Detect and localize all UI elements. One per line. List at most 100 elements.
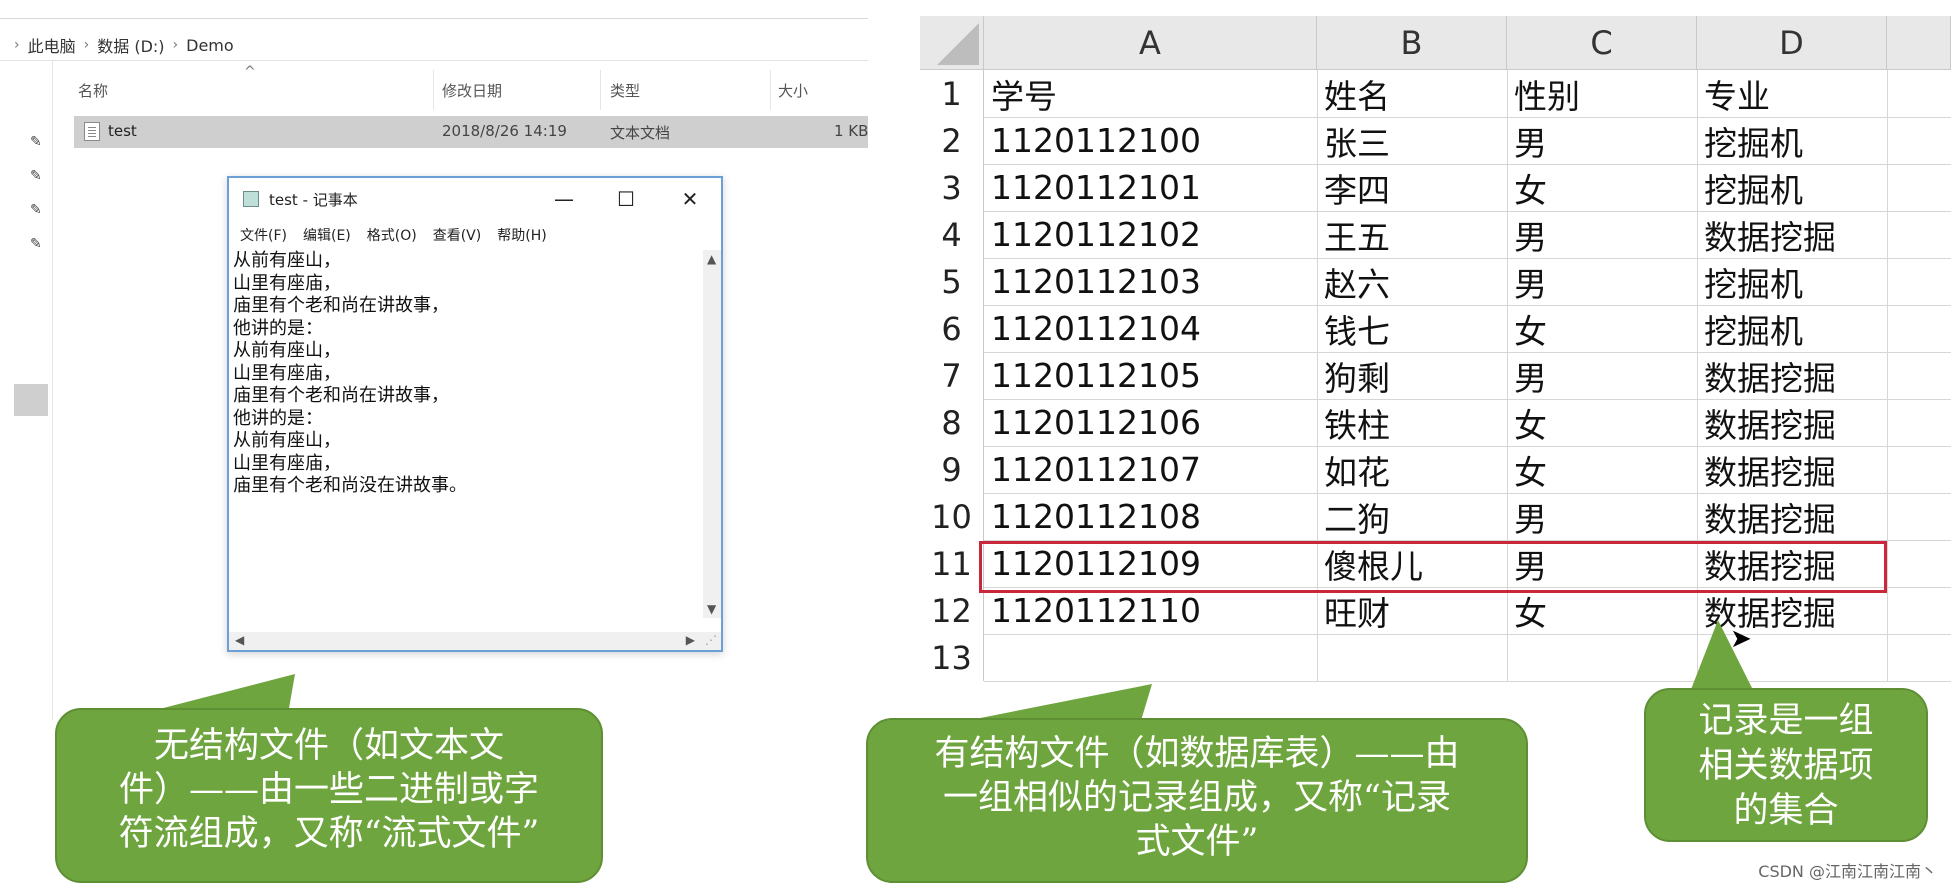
table-cell[interactable]: 专业 bbox=[1697, 70, 1887, 117]
table-cell[interactable] bbox=[1507, 634, 1697, 681]
row-header[interactable]: 13 bbox=[920, 634, 984, 681]
table-cell[interactable]: 挖掘机 bbox=[1697, 305, 1887, 352]
row-header[interactable]: 7 bbox=[920, 352, 984, 399]
horizontal-scrollbar[interactable]: ◀ ▶ ⋰ bbox=[229, 632, 721, 650]
column-header-e[interactable] bbox=[1887, 16, 1951, 70]
column-header-d[interactable]: D bbox=[1697, 16, 1887, 70]
row-header[interactable]: 4 bbox=[920, 211, 984, 258]
table-cell[interactable]: 铁柱 bbox=[1317, 399, 1507, 446]
file-row-test[interactable]: test 2018/8/26 14:19 文本文档 1 KB bbox=[74, 116, 868, 148]
resize-grip-icon[interactable]: ⋰ bbox=[705, 633, 717, 647]
notepad-title-bar[interactable]: test - 记事本 — ☐ ✕ bbox=[229, 178, 721, 220]
table-cell[interactable] bbox=[984, 634, 1317, 681]
column-header-size[interactable]: 大小 bbox=[778, 80, 808, 101]
scroll-left-icon[interactable]: ◀ bbox=[235, 633, 244, 647]
row-header[interactable]: 11 bbox=[920, 540, 984, 587]
column-separator[interactable] bbox=[433, 70, 434, 110]
breadcrumb-separator-icon[interactable]: › bbox=[84, 37, 90, 53]
menu-file[interactable]: 文件(F) bbox=[240, 222, 287, 250]
table-cell[interactable]: 数据挖掘 bbox=[1697, 399, 1887, 446]
pin-icon[interactable]: ✎ bbox=[30, 202, 42, 218]
table-cell[interactable]: 女 bbox=[1507, 164, 1697, 211]
table-cell[interactable]: 1120112110 bbox=[984, 587, 1317, 634]
row-header[interactable]: 1 bbox=[920, 70, 984, 117]
navigation-pane-selected-item[interactable] bbox=[14, 384, 48, 416]
row-header[interactable]: 12 bbox=[920, 587, 984, 634]
row-header[interactable]: 2 bbox=[920, 117, 984, 164]
row-header[interactable]: 10 bbox=[920, 493, 984, 540]
breadcrumb-item-this-pc[interactable]: 此电脑 bbox=[28, 33, 76, 57]
vertical-scrollbar[interactable]: ▲ ▼ bbox=[703, 250, 721, 618]
table-cell[interactable]: 男 bbox=[1507, 352, 1697, 399]
table-cell[interactable]: 1120112108 bbox=[984, 493, 1317, 540]
scroll-up-icon[interactable]: ▲ bbox=[707, 252, 716, 266]
table-cell[interactable]: 数据挖掘 bbox=[1697, 493, 1887, 540]
row-header[interactable]: 8 bbox=[920, 399, 984, 446]
menu-view[interactable]: 查看(V) bbox=[433, 222, 482, 250]
column-header-name[interactable]: 名称 bbox=[78, 80, 108, 101]
column-header-c[interactable]: C bbox=[1507, 16, 1697, 70]
close-button[interactable]: ✕ bbox=[667, 182, 713, 216]
scroll-down-icon[interactable]: ▼ bbox=[707, 602, 716, 616]
table-cell[interactable]: 数据挖掘 bbox=[1697, 352, 1887, 399]
table-cell[interactable]: 男 bbox=[1507, 117, 1697, 164]
table-cell[interactable]: 女 bbox=[1507, 305, 1697, 352]
table-cell[interactable]: 1120112104 bbox=[984, 305, 1317, 352]
table-cell[interactable]: 1120112102 bbox=[984, 211, 1317, 258]
table-cell[interactable]: 姓名 bbox=[1317, 70, 1507, 117]
row-header[interactable]: 5 bbox=[920, 258, 984, 305]
maximize-button[interactable]: ☐ bbox=[603, 182, 649, 216]
pin-icon[interactable]: ✎ bbox=[30, 134, 42, 150]
table-cell[interactable]: 1120112107 bbox=[984, 446, 1317, 493]
table-cell[interactable]: 二狗 bbox=[1317, 493, 1507, 540]
row-header[interactable]: 9 bbox=[920, 446, 984, 493]
select-all-button[interactable] bbox=[920, 16, 984, 70]
table-cell[interactable]: 李四 bbox=[1317, 164, 1507, 211]
column-header-a[interactable]: A bbox=[984, 16, 1317, 70]
table-cell[interactable]: 挖掘机 bbox=[1697, 164, 1887, 211]
pin-icon[interactable]: ✎ bbox=[30, 236, 42, 252]
row-header[interactable]: 6 bbox=[920, 305, 984, 352]
table-cell[interactable]: 性别 bbox=[1507, 70, 1697, 117]
table-cell[interactable]: 1120112101 bbox=[984, 164, 1317, 211]
pin-icon[interactable]: ✎ bbox=[30, 168, 42, 184]
scroll-right-icon[interactable]: ▶ bbox=[686, 633, 695, 647]
table-cell[interactable]: 挖掘机 bbox=[1697, 117, 1887, 164]
table-cell[interactable]: 女 bbox=[1507, 587, 1697, 634]
menu-format[interactable]: 格式(O) bbox=[367, 222, 417, 250]
notepad-text-area[interactable]: 从前有座山， 山里有座庙， 庙里有个老和尚在讲故事， 他讲的是： 从前有座山， … bbox=[231, 250, 703, 618]
table-cell[interactable]: 数据挖掘 bbox=[1697, 211, 1887, 258]
table-cell[interactable]: 1120112105 bbox=[984, 352, 1317, 399]
table-cell[interactable]: 1120112106 bbox=[984, 399, 1317, 446]
table-cell[interactable]: 学号 bbox=[984, 70, 1317, 117]
column-header-b[interactable]: B bbox=[1317, 16, 1507, 70]
table-cell[interactable] bbox=[1317, 634, 1507, 681]
breadcrumb-item-drive-d[interactable]: 数据 (D:) bbox=[97, 33, 164, 57]
table-cell[interactable]: 钱七 bbox=[1317, 305, 1507, 352]
menu-edit[interactable]: 编辑(E) bbox=[303, 222, 351, 250]
minimize-button[interactable]: — bbox=[541, 182, 587, 216]
column-header-modified[interactable]: 修改日期 bbox=[442, 80, 502, 101]
table-cell[interactable]: 男 bbox=[1507, 493, 1697, 540]
table-cell[interactable]: 张三 bbox=[1317, 117, 1507, 164]
breadcrumb-separator-icon[interactable]: › bbox=[173, 37, 179, 53]
table-cell[interactable]: 女 bbox=[1507, 446, 1697, 493]
table-cell[interactable]: 数据挖掘 bbox=[1697, 446, 1887, 493]
table-cell[interactable]: 男 bbox=[1507, 258, 1697, 305]
breadcrumb-chevron-icon[interactable]: › bbox=[14, 37, 20, 53]
breadcrumb-item-demo[interactable]: Demo bbox=[186, 36, 234, 55]
row-header[interactable]: 3 bbox=[920, 164, 984, 211]
table-cell[interactable]: 王五 bbox=[1317, 211, 1507, 258]
table-cell[interactable]: 男 bbox=[1507, 211, 1697, 258]
table-cell[interactable]: 1120112100 bbox=[984, 117, 1317, 164]
table-cell[interactable]: 如花 bbox=[1317, 446, 1507, 493]
table-cell[interactable]: 狗剩 bbox=[1317, 352, 1507, 399]
menu-help[interactable]: 帮助(H) bbox=[497, 222, 546, 250]
table-cell[interactable]: 1120112103 bbox=[984, 258, 1317, 305]
table-cell[interactable]: 旺财 bbox=[1317, 587, 1507, 634]
column-separator[interactable] bbox=[600, 70, 601, 110]
column-header-type[interactable]: 类型 bbox=[610, 80, 640, 101]
column-separator[interactable] bbox=[770, 70, 771, 110]
table-cell[interactable]: 挖掘机 bbox=[1697, 258, 1887, 305]
table-cell[interactable]: 女 bbox=[1507, 399, 1697, 446]
